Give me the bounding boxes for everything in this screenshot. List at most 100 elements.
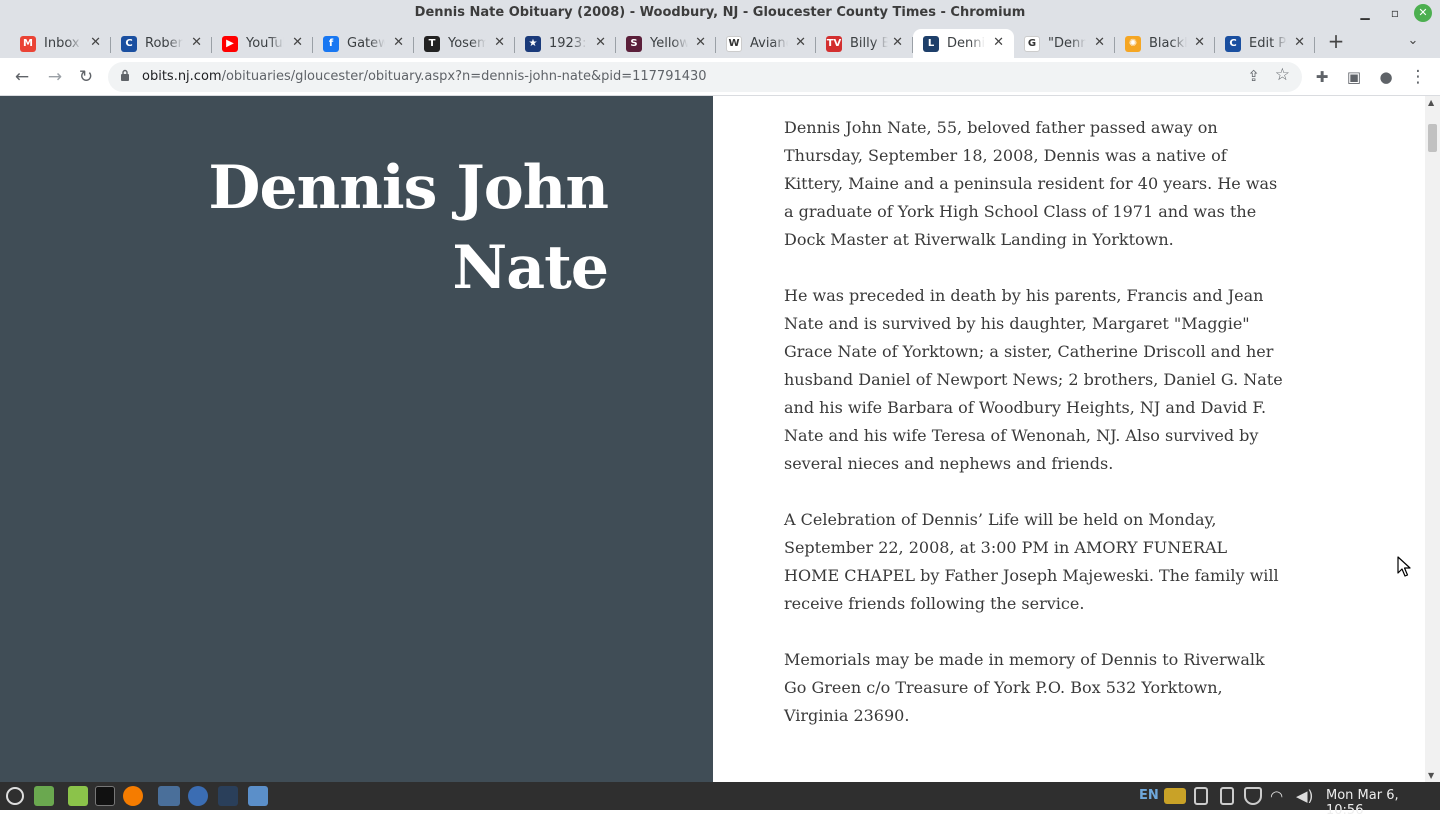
browser-menu-icon[interactable]: ⋮ [1406, 65, 1430, 89]
browser-tab[interactable]: TV Billy B ✕ [816, 29, 913, 58]
maximize-button[interactable]: ▫ [1385, 3, 1405, 23]
browser-tab[interactable]: f Gateway ✕ [313, 29, 414, 58]
tab-close-icon[interactable]: ✕ [494, 35, 505, 50]
youtube-icon: ▶ [222, 35, 238, 52]
browser-tab[interactable]: ★ 1923: A ✕ [515, 29, 616, 58]
url-text: obits.nj.com/obituaries/gloucester/obitu… [142, 69, 707, 84]
ct-icon: C [121, 35, 137, 52]
new-tab-button[interactable]: + [1325, 30, 1347, 52]
tab-title: Yellowstone [650, 36, 688, 51]
address-bar[interactable]: obits.nj.com/obituaries/gloucester/obitu… [108, 62, 1302, 92]
tab-title: Avianca [750, 36, 788, 51]
star-icon: ★ [525, 35, 541, 52]
tab-close-icon[interactable]: ✕ [1094, 35, 1105, 50]
browser-tab[interactable]: T Yosemite ✕ [414, 29, 515, 58]
tab-close-icon[interactable]: ✕ [892, 35, 903, 50]
extensions-icon[interactable]: ✚ [1310, 65, 1334, 89]
tab-separator [1314, 37, 1315, 53]
minimize-button[interactable]: ▁ [1355, 3, 1375, 23]
chromium-window-icon[interactable] [188, 786, 208, 806]
sun-icon: ✺ [1125, 35, 1141, 52]
tv-icon: TV [826, 35, 842, 52]
page-content: Dennis John Nate Dennis John Nate, 55, b… [0, 96, 1425, 782]
os-taskbar: EN ◠ ◀) Mon Mar 6, 10:56 [0, 782, 1440, 818]
back-button[interactable]: ← [10, 65, 34, 89]
legacy-icon: L [923, 35, 939, 52]
browser-tab[interactable]: ▶ YouTube ✕ [212, 29, 313, 58]
obituary-paragraph: He was preceded in death by his parents,… [784, 286, 1283, 473]
tab-close-icon[interactable]: ✕ [695, 35, 706, 50]
app-window-icon[interactable] [218, 786, 238, 806]
share-icon[interactable]: ⇪ [1247, 67, 1260, 85]
browser-tab[interactable]: W Avianca ✕ [716, 29, 816, 58]
firefox-icon[interactable] [123, 786, 143, 806]
wikipedia-icon: W [726, 35, 742, 52]
browser-tab[interactable]: S Yellowstone ✕ [616, 29, 716, 58]
browser-tab[interactable]: G "Dennis ✕ [1014, 29, 1115, 58]
close-window-button[interactable]: ✕ [1414, 4, 1432, 22]
tab-title: Dennis [947, 36, 985, 51]
tab-close-icon[interactable]: ✕ [90, 35, 101, 50]
tab-title: Robert [145, 36, 183, 51]
nytimes-icon: T [424, 35, 440, 52]
tab-close-icon[interactable]: ✕ [993, 35, 1004, 50]
show-desktop-icon[interactable] [34, 786, 54, 806]
tab-close-icon[interactable]: ✕ [191, 35, 202, 50]
browser-tab[interactable]: ✺ Blacklist ✕ [1115, 29, 1215, 58]
profile-avatar-icon[interactable]: ● [1374, 65, 1398, 89]
tab-close-icon[interactable]: ✕ [292, 35, 303, 50]
wifi-icon[interactable]: ◠ [1270, 786, 1283, 806]
chromium-taskbar-icon[interactable] [158, 786, 180, 806]
volume-icon[interactable]: ◀) [1296, 786, 1313, 806]
name-panel: Dennis John Nate [0, 96, 713, 782]
side-panel-icon[interactable]: ▣ [1342, 65, 1366, 89]
ct-icon: C [1225, 35, 1241, 52]
obituary-text: Dennis John Nate, 55, beloved father pas… [784, 114, 1284, 758]
update-manager-icon[interactable] [1164, 788, 1186, 804]
obituary-paragraph: A Celebration of Dennis’ Life will be he… [784, 510, 1279, 613]
browser-toolbar: ← → ↻ obits.nj.com/obituaries/gloucester… [0, 58, 1440, 96]
browser-tab[interactable]: C Edit Post ✕ [1215, 29, 1315, 58]
tab-title: Edit Post [1249, 36, 1287, 51]
vertical-scrollbar[interactable]: ▲ ▼ [1425, 96, 1440, 782]
reload-button[interactable]: ↻ [74, 65, 98, 89]
obituary-paragraph: Memorials may be made in memory of Denni… [784, 650, 1265, 725]
tab-title: Inbox ( [44, 36, 82, 51]
scroll-down-arrow-icon[interactable]: ▼ [1428, 771, 1434, 780]
clipboard-icon[interactable] [1194, 787, 1208, 805]
app-window-icon-2[interactable] [248, 786, 268, 806]
tab-title: Gateway [347, 36, 385, 51]
tab-close-icon[interactable]: ✕ [595, 35, 606, 50]
facebook-icon: f [323, 35, 339, 52]
tab-close-icon[interactable]: ✕ [1294, 35, 1305, 50]
terminal-icon[interactable] [95, 786, 115, 806]
deceased-name-heading: Dennis John Nate [208, 153, 609, 303]
tab-strip: + ⌄ MInbox (✕CRobert✕▶YouTube✕fGateway✕T… [0, 26, 1440, 58]
tab-close-icon[interactable]: ✕ [393, 35, 404, 50]
browser-tab[interactable]: M Inbox (✕ [10, 29, 111, 58]
tab-close-icon[interactable]: ✕ [1194, 35, 1205, 50]
system-clock[interactable]: Mon Mar 6, 10:56 [1326, 788, 1440, 818]
tab-search-button[interactable]: ⌄ [1402, 30, 1424, 52]
lock-icon [121, 69, 129, 81]
mouse-cursor-icon [1397, 556, 1411, 577]
bookmark-star-icon[interactable]: ☆ [1275, 65, 1290, 85]
start-menu-icon[interactable] [6, 787, 24, 805]
url-host: obits.nj.com [142, 69, 222, 84]
scroll-up-arrow-icon[interactable]: ▲ [1428, 98, 1434, 107]
google-icon: G [1024, 35, 1040, 52]
window-titlebar: Dennis Nate Obituary (2008) - Woodbury, … [0, 0, 1440, 26]
scrollbar-thumb[interactable] [1428, 124, 1437, 152]
shield-icon[interactable] [1244, 787, 1262, 805]
tab-close-icon[interactable]: ✕ [795, 35, 806, 50]
forward-button[interactable]: → [43, 65, 67, 89]
notes-icon[interactable] [1220, 787, 1234, 805]
s-icon: S [626, 35, 642, 52]
tab-title: 1923: A [549, 36, 587, 51]
browser-tab[interactable]: C Robert ✕ [111, 29, 212, 58]
tab-title: Billy B [850, 36, 888, 51]
keyboard-layout-indicator[interactable]: EN [1139, 786, 1159, 806]
file-manager-icon[interactable] [68, 786, 88, 806]
browser-tab[interactable]: L Dennis ✕ [913, 29, 1014, 58]
obituary-paragraph: Dennis John Nate, 55, beloved father pas… [784, 118, 1278, 249]
